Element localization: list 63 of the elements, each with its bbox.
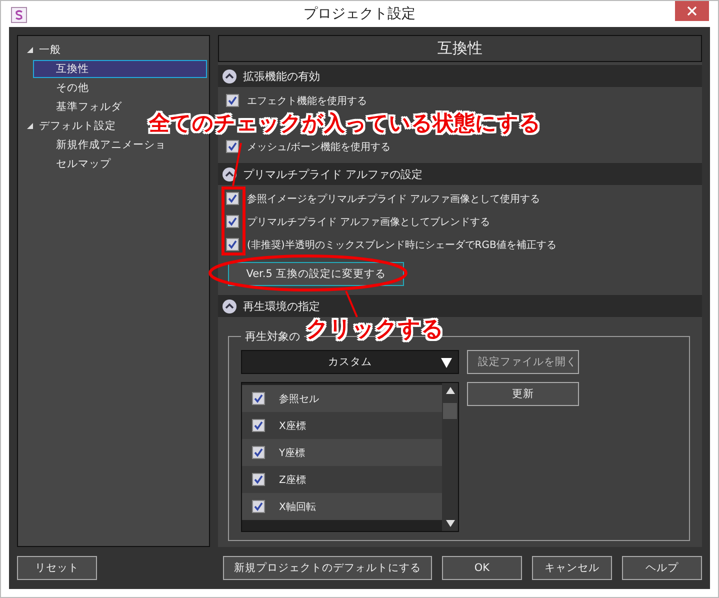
tree-item[interactable]: デフォルト設定 bbox=[34, 116, 121, 134]
footer-button[interactable]: ヘルプ bbox=[622, 556, 702, 580]
list-item[interactable]: Y座標 bbox=[279, 446, 306, 460]
option-label: プリマルチプライド アルファ画像としてブレンドする bbox=[247, 216, 490, 228]
scrollbar-thumb[interactable] bbox=[443, 403, 457, 419]
checkbox[interactable] bbox=[226, 192, 239, 205]
option-label: 参照イメージをプリマルチプライド アルファ画像として使用する bbox=[247, 192, 540, 206]
close-icon bbox=[687, 6, 697, 16]
checkbox[interactable] bbox=[226, 94, 239, 107]
panel-title: 互換性 bbox=[218, 35, 702, 62]
checkbox[interactable] bbox=[226, 215, 239, 228]
section-title: 拡張機能の有効 bbox=[243, 68, 320, 84]
target-dropdown[interactable]: カスタム bbox=[241, 350, 459, 374]
tree-item[interactable]: その他 bbox=[33, 78, 94, 96]
tree-item[interactable]: セルマップ bbox=[33, 154, 116, 172]
list-item[interactable]: Z座標 bbox=[279, 472, 306, 486]
group-button[interactable]: 設定ファイルを開く bbox=[467, 350, 579, 374]
checkbox[interactable] bbox=[252, 446, 265, 459]
leader-line bbox=[232, 142, 242, 186]
option-label: メッシュ/ボーン機能を使用する bbox=[247, 140, 390, 154]
footer-button[interactable]: OK bbox=[442, 556, 522, 580]
collapse-chevron-icon[interactable] bbox=[222, 68, 237, 84]
checkbox[interactable] bbox=[252, 500, 265, 513]
checkbox[interactable] bbox=[226, 238, 239, 251]
checkbox[interactable] bbox=[226, 140, 239, 153]
compat-button[interactable]: Ver.5 互換の設定に変更する bbox=[228, 262, 404, 286]
footer-button[interactable]: キャンセル bbox=[532, 556, 612, 580]
leader-line bbox=[345, 290, 358, 318]
scroll-down-icon[interactable] bbox=[446, 520, 454, 527]
collapse-chevron-icon[interactable] bbox=[222, 298, 237, 314]
tree-item[interactable]: 互換性 bbox=[33, 60, 207, 78]
section-header[interactable]: 拡張機能の有効 bbox=[218, 65, 702, 87]
list-item[interactable]: X軸回転 bbox=[279, 500, 316, 514]
footer-button[interactable]: 新規プロジェクトのデフォルトにする bbox=[223, 556, 432, 580]
group-legend: 再生対象の bbox=[241, 329, 304, 344]
app-icon bbox=[11, 7, 27, 23]
group-button[interactable]: 更新 bbox=[467, 382, 579, 406]
reset-button[interactable]: リセット bbox=[17, 556, 97, 580]
annotation-text: クリックする bbox=[306, 319, 444, 341]
list-item[interactable]: X座標 bbox=[279, 418, 306, 432]
collapse-chevron-icon[interactable] bbox=[222, 166, 237, 182]
tree-item[interactable]: 基準フォルダ bbox=[33, 98, 127, 116]
highlight-frame bbox=[222, 186, 246, 256]
list-item[interactable]: 参照セル bbox=[279, 392, 319, 406]
checkbox[interactable] bbox=[252, 419, 265, 432]
dropdown-arrow-icon bbox=[441, 358, 452, 368]
checkbox[interactable] bbox=[252, 392, 265, 405]
window-title: プロジェクト設定 bbox=[304, 5, 416, 23]
annotation-text: 全てのチェックが入っている状態にする bbox=[149, 113, 541, 134]
section-header[interactable]: プリマルチプライド アルファの設定 bbox=[218, 163, 702, 185]
option-label: (非推奨)半透明のミックスブレンド時にシェーダでRGB値を補正する bbox=[247, 238, 556, 252]
expanded-triangle-icon[interactable] bbox=[26, 46, 34, 54]
expanded-triangle-icon[interactable] bbox=[26, 122, 34, 130]
scroll-up-icon[interactable] bbox=[446, 387, 454, 394]
close-button[interactable] bbox=[675, 1, 709, 21]
section-header[interactable]: 再生環境の指定 bbox=[218, 295, 702, 317]
scrollbar[interactable] bbox=[442, 383, 458, 531]
section-title: 再生環境の指定 bbox=[243, 298, 320, 314]
tree-item[interactable]: 新規作成アニメーショ bbox=[33, 136, 171, 154]
section-title: プリマルチプライド アルファの設定 bbox=[243, 166, 422, 182]
tree-item[interactable]: 一般 bbox=[34, 40, 66, 58]
option-label: エフェクト機能を使用する bbox=[247, 94, 367, 108]
checkbox[interactable] bbox=[252, 473, 265, 486]
